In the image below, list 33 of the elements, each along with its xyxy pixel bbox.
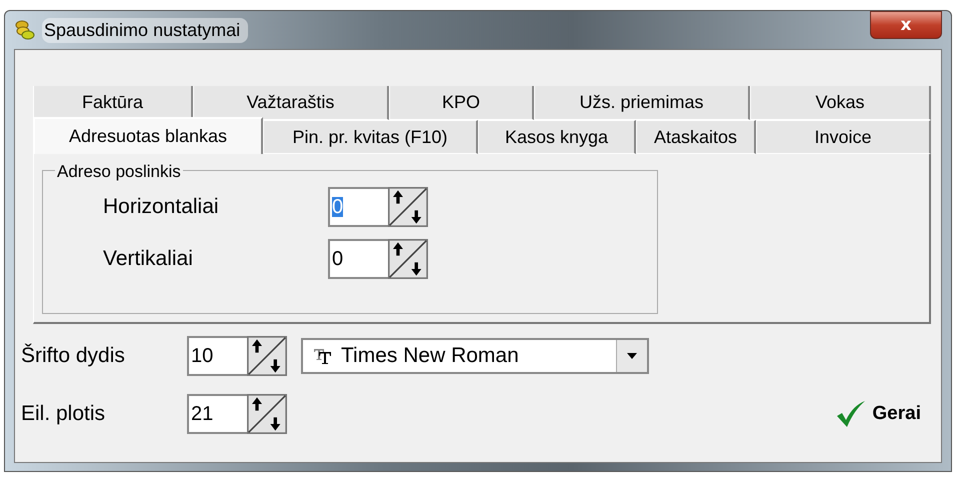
spin-button[interactable] xyxy=(247,336,287,376)
tab[interactable]: Pin. pr. kvitas (F10) xyxy=(263,120,478,154)
spin-button[interactable] xyxy=(247,394,287,434)
tab[interactable]: KPO xyxy=(389,86,534,120)
window-title: Spausdinimo nustatymai xyxy=(42,18,248,42)
field-label: Šrifto dydis xyxy=(21,344,126,368)
tab[interactable]: Užs. priemimas xyxy=(534,86,750,120)
field-label: Horizontaliai xyxy=(103,195,220,219)
close-button[interactable]: x xyxy=(870,11,942,39)
selected-text-highlight: 0 xyxy=(332,249,344,269)
field-label: Eil. plotis xyxy=(21,402,106,426)
selected-text-highlight: 0 xyxy=(332,197,344,217)
number-field[interactable]: 0 xyxy=(328,187,388,227)
tab[interactable]: Faktūra xyxy=(33,86,193,120)
spin-button[interactable] xyxy=(388,187,428,227)
font-dropdown[interactable]: Times New Roman xyxy=(301,338,649,374)
checkmark-icon xyxy=(836,400,866,428)
number-field[interactable]: 21 xyxy=(187,394,247,434)
spin-button[interactable] xyxy=(388,239,428,279)
font-icon xyxy=(313,347,333,365)
tab[interactable]: Adresuotas blankas xyxy=(33,117,263,154)
tab[interactable]: Invoice xyxy=(756,120,931,154)
field-label: Vertikaliai xyxy=(103,247,194,271)
tab[interactable]: Ataskaitos xyxy=(636,120,756,154)
coins-icon xyxy=(14,19,36,41)
number-field[interactable]: 0 xyxy=(328,239,388,279)
tab[interactable]: Vokas xyxy=(750,86,931,120)
tab[interactable]: Važtaraštis xyxy=(193,86,389,120)
number-field[interactable]: 10 xyxy=(187,336,247,376)
group-title: Adreso poslinkis xyxy=(55,162,183,182)
ok-button[interactable]: Gerai xyxy=(832,398,925,430)
tab[interactable]: Kasos knyga xyxy=(478,120,636,154)
caret-icon xyxy=(627,353,637,359)
